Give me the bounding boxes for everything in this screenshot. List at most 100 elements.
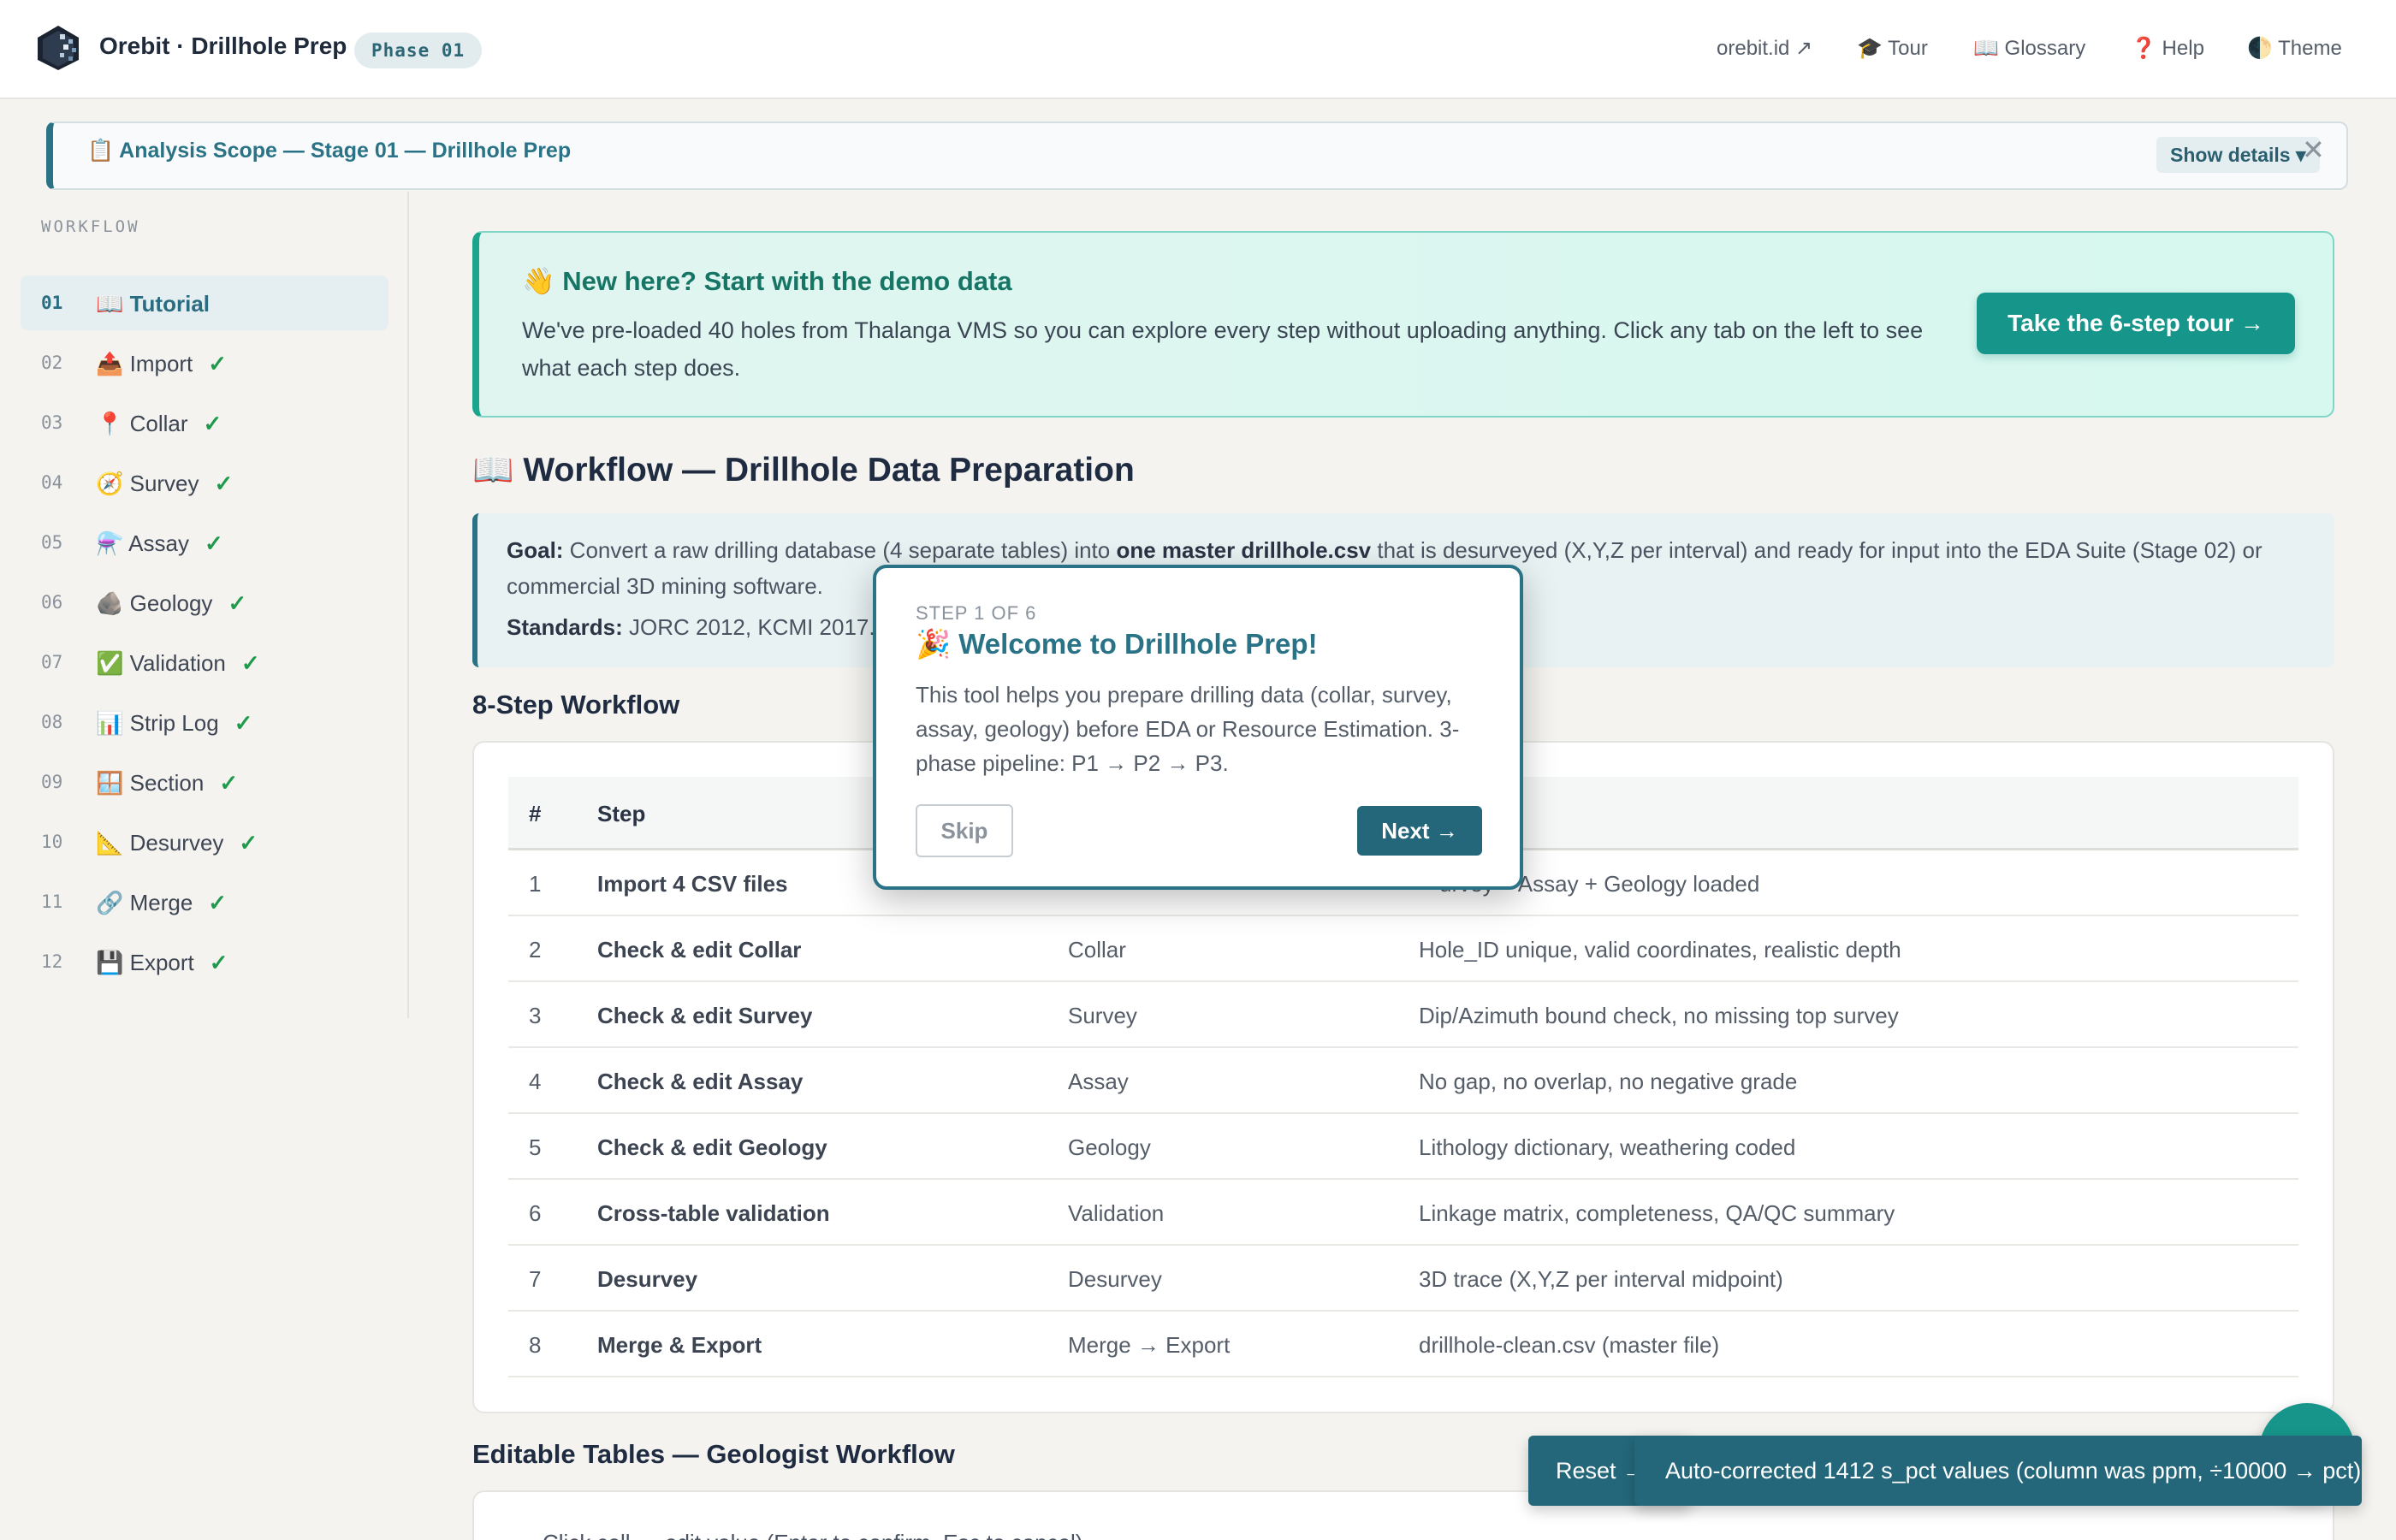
cell-tab: Validation (1068, 1200, 1165, 1226)
cell-step: Cross-table validation (597, 1200, 830, 1226)
sidebar-item-number: 12 (41, 951, 63, 972)
sidebar-item-survey[interactable]: 04 🧭 Survey ✓ (21, 455, 388, 510)
sidebar-item-label: 📍 Collar ✓ (96, 411, 222, 436)
check-icon: ✓ (209, 950, 228, 975)
column-header-num: # (529, 801, 542, 826)
nav-glossary-button[interactable]: 📖 Glossary (1973, 36, 2085, 61)
auto-correct-toast: Auto-corrected 1412 s_pct values (column… (1634, 1436, 2362, 1506)
check-icon: ✓ (204, 530, 223, 556)
app-header: Orebit · Drillhole Prep Phase 01 orebit.… (0, 0, 2396, 99)
sidebar-item-export[interactable]: 12 💾 Export ✓ (21, 934, 388, 989)
cell-check: 3D trace (X,Y,Z per interval midpoint) (1419, 1266, 1783, 1292)
tour-title: 🎉 Welcome to Drillhole Prep! (916, 628, 1318, 660)
sidebar-item-geology[interactable]: 06 🪨 Geology ✓ (21, 575, 388, 630)
sidebar-item-assay[interactable]: 05 ⚗️ Assay ✓ (21, 515, 388, 570)
cell-step: Check & edit Geology (597, 1134, 827, 1160)
sidebar-item-number: 01 (41, 293, 63, 313)
cell-tab: Survey (1068, 1003, 1137, 1028)
take-tour-button[interactable]: Take the 6-step tour → (1977, 293, 2295, 354)
check-icon: ✓ (208, 890, 228, 915)
table-row: 3 Check & edit Survey Survey Dip/Azimuth… (508, 982, 2298, 1048)
sidebar-item-label: 💾 Export ✓ (96, 950, 228, 975)
cell-tab: Desurvey (1068, 1266, 1162, 1292)
check-icon: ✓ (239, 830, 258, 856)
check-icon: ✓ (214, 471, 234, 496)
sidebar-item-number: 09 (41, 772, 63, 792)
sidebar-item-merge[interactable]: 11 🔗 Merge ✓ (21, 874, 388, 929)
sidebar-item-number: 11 (41, 891, 63, 912)
sidebar-item-label: ⚗️ Assay ✓ (96, 530, 223, 556)
sidebar-item-label: 📊 Strip Log ✓ (96, 710, 253, 736)
nav-tour-button[interactable]: 🎓 Tour (1857, 36, 1928, 61)
editable-hint: Click cell → edit value (Enter to confir… (543, 1530, 1082, 1540)
sidebar-item-label: 🪟 Section ✓ (96, 770, 239, 796)
sidebar-item-number: 04 (41, 472, 63, 493)
cell-step: Import 4 CSV files (597, 871, 788, 897)
sidebar-item-tutorial[interactable]: 01 📖 Tutorial (21, 275, 388, 330)
cell-tab: Collar (1068, 937, 1126, 962)
sidebar-item-section[interactable]: 09 🪟 Section ✓ (21, 755, 388, 809)
column-header-step: Step (597, 801, 646, 826)
steps-section-title: 8-Step Workflow (472, 690, 680, 720)
nav-orebit-link[interactable]: orebit.id ↗ (1717, 36, 1812, 61)
check-icon: ✓ (203, 411, 222, 436)
tour-step-indicator: STEP 1 OF 6 (916, 602, 1037, 624)
cell-check: Dip/Azimuth bound check, no missing top … (1419, 1003, 1899, 1028)
standards-label: Standards: (507, 614, 623, 640)
cell-num: 5 (529, 1134, 542, 1160)
goal-label: Goal: (507, 537, 564, 563)
editable-section-title: Editable Tables — Geologist Workflow (472, 1439, 955, 1469)
cell-check: No gap, no overlap, no negative grade (1419, 1069, 1798, 1094)
nav-help-button[interactable]: ❓ Help (2131, 36, 2204, 61)
table-row: 7 Desurvey Desurvey 3D trace (X,Y,Z per … (508, 1246, 2298, 1312)
sidebar-item-number: 08 (41, 712, 63, 732)
sidebar-item-import[interactable]: 02 📤 Import ✓ (21, 335, 388, 390)
close-icon[interactable]: ✕ (2302, 133, 2325, 166)
cell-check: Linkage matrix, completeness, QA/QC summ… (1419, 1200, 1895, 1226)
tour-next-button[interactable]: Next → (1357, 806, 1482, 856)
tour-popover: STEP 1 OF 6 🎉 Welcome to Drillhole Prep!… (873, 565, 1523, 890)
cell-check: drillhole-clean.csv (master file) (1419, 1332, 1720, 1358)
sidebar-item-strip-log[interactable]: 08 📊 Strip Log ✓ (21, 695, 388, 749)
cell-check: Lithology dictionary, weathering coded (1419, 1134, 1796, 1160)
orebit-logo-icon[interactable] (34, 24, 82, 72)
phase-badge: Phase 01 (354, 33, 483, 68)
table-row: 5 Check & edit Geology Geology Lithology… (508, 1114, 2298, 1180)
cell-num: 3 (529, 1003, 542, 1028)
sidebar-item-validation[interactable]: 07 ✅ Validation ✓ (21, 635, 388, 690)
show-details-button[interactable]: Show details ▾ (2156, 137, 2320, 173)
sidebar-item-desurvey[interactable]: 10 📐 Desurvey ✓ (21, 814, 388, 869)
sidebar-item-number: 06 (41, 592, 63, 613)
hero-text: We've pre-loaded 40 holes from Thalanga … (522, 317, 1924, 381)
tour-skip-button[interactable]: Skip (916, 804, 1013, 857)
scope-title: 📋 Analysis Scope — Stage 01 — Drillhole … (87, 139, 572, 163)
sidebar-item-label: 📤 Import ✓ (96, 351, 228, 376)
cell-step: Check & edit Assay (597, 1069, 804, 1094)
check-icon: ✓ (208, 351, 228, 376)
page-title: 📖 Workflow — Drillhole Data Preparation (472, 452, 1135, 489)
table-row: 2 Check & edit Collar Collar Hole_ID uni… (508, 916, 2298, 982)
check-icon: ✓ (234, 710, 253, 736)
sidebar-item-number: 10 (41, 832, 63, 852)
sidebar-item-number: 02 (41, 352, 63, 373)
hero-title: 👋 New here? Start with the demo data (522, 266, 1012, 296)
cell-tab: Merge → Export (1068, 1332, 1231, 1358)
table-row: 8 Merge & Export Merge → Export drillhol… (508, 1312, 2298, 1377)
standards-text: Standards: JORC 2012, KCMI 2017. (507, 614, 875, 640)
cell-tab: Geology (1068, 1134, 1151, 1160)
cell-num: 7 (529, 1266, 542, 1292)
cell-num: 1 (529, 871, 542, 897)
table-row: 6 Cross-table validation Validation Link… (508, 1180, 2298, 1246)
nav-theme-toggle[interactable]: 🌓 Theme (2247, 36, 2342, 61)
cell-step: Check & edit Survey (597, 1003, 813, 1028)
analysis-scope-banner: 📋 Analysis Scope — Stage 01 — Drillhole … (46, 121, 2348, 190)
sidebar-item-label: 📐 Desurvey ✓ (96, 830, 258, 856)
workflow-sidebar: WORKFLOW 01 📖 Tutorial 02 📤 Import ✓ 03 📍… (0, 192, 409, 1018)
app-title: Orebit · Drillhole Prep (99, 33, 347, 59)
sidebar-heading: WORKFLOW (41, 217, 140, 236)
sidebar-item-collar[interactable]: 03 📍 Collar ✓ (21, 395, 388, 450)
sidebar-item-label: 🪨 Geology ✓ (96, 590, 247, 616)
check-icon: ✓ (228, 590, 247, 616)
check-icon: ✓ (219, 770, 239, 796)
sidebar-item-number: 03 (41, 412, 63, 433)
